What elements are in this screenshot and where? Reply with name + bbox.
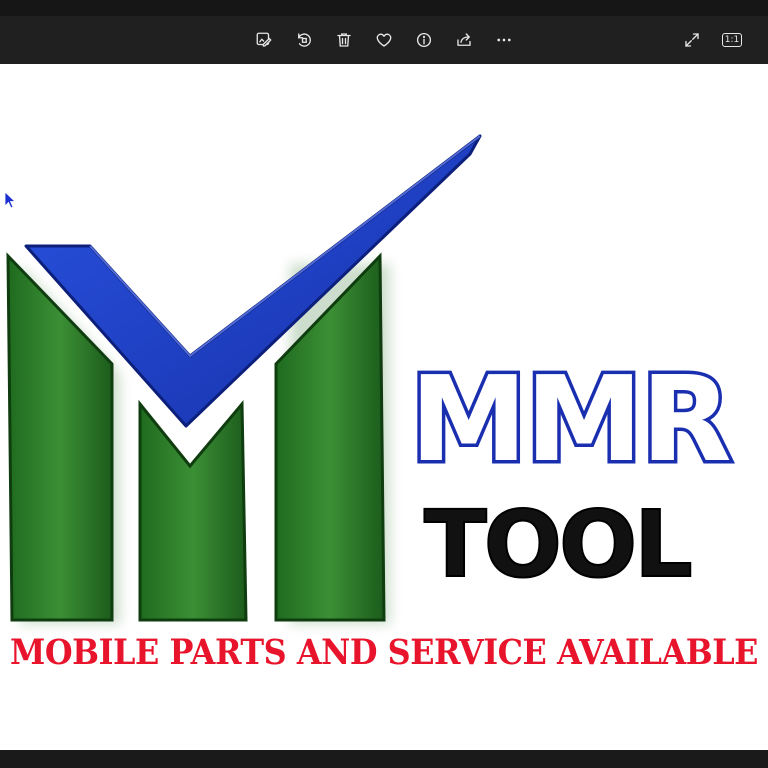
viewer-toolbar: 1:1 — [0, 16, 768, 65]
logo-image: MMR TOOL MOBILE PARTS AND SERVICE AVAILA… — [6, 134, 759, 673]
logo-text-tool: TOOL — [424, 491, 691, 598]
trash-icon — [337, 33, 351, 47]
more-icon — [497, 38, 511, 42]
expand-icon — [685, 33, 699, 47]
actual-size-button[interactable]: 1:1 — [716, 24, 748, 56]
edit-image-icon — [256, 32, 272, 47]
fullscreen-button[interactable] — [676, 24, 708, 56]
logo-text-mmr: MMR — [410, 350, 730, 488]
window-top-strip — [0, 0, 768, 16]
window-bottom-strip — [0, 750, 768, 768]
actual-size-icon: 1:1 — [721, 33, 743, 47]
delete-button[interactable] — [328, 24, 360, 56]
share-icon — [457, 33, 471, 46]
rotate-icon — [298, 33, 311, 47]
share-button[interactable] — [448, 24, 480, 56]
favorite-button[interactable] — [368, 24, 400, 56]
image-canvas[interactable]: MMR TOOL MOBILE PARTS AND SERVICE AVAILA… — [0, 64, 768, 750]
info-button[interactable] — [408, 24, 440, 56]
rotate-button[interactable] — [288, 24, 320, 56]
logo-pillar-middle — [138, 399, 248, 622]
more-button[interactable] — [488, 24, 520, 56]
heart-icon — [376, 33, 392, 47]
info-icon — [416, 32, 432, 48]
edit-image-button[interactable] — [248, 24, 280, 56]
mouse-cursor-icon — [4, 191, 16, 209]
logo-tagline: MOBILE PARTS AND SERVICE AVAILABLE — [10, 632, 758, 673]
